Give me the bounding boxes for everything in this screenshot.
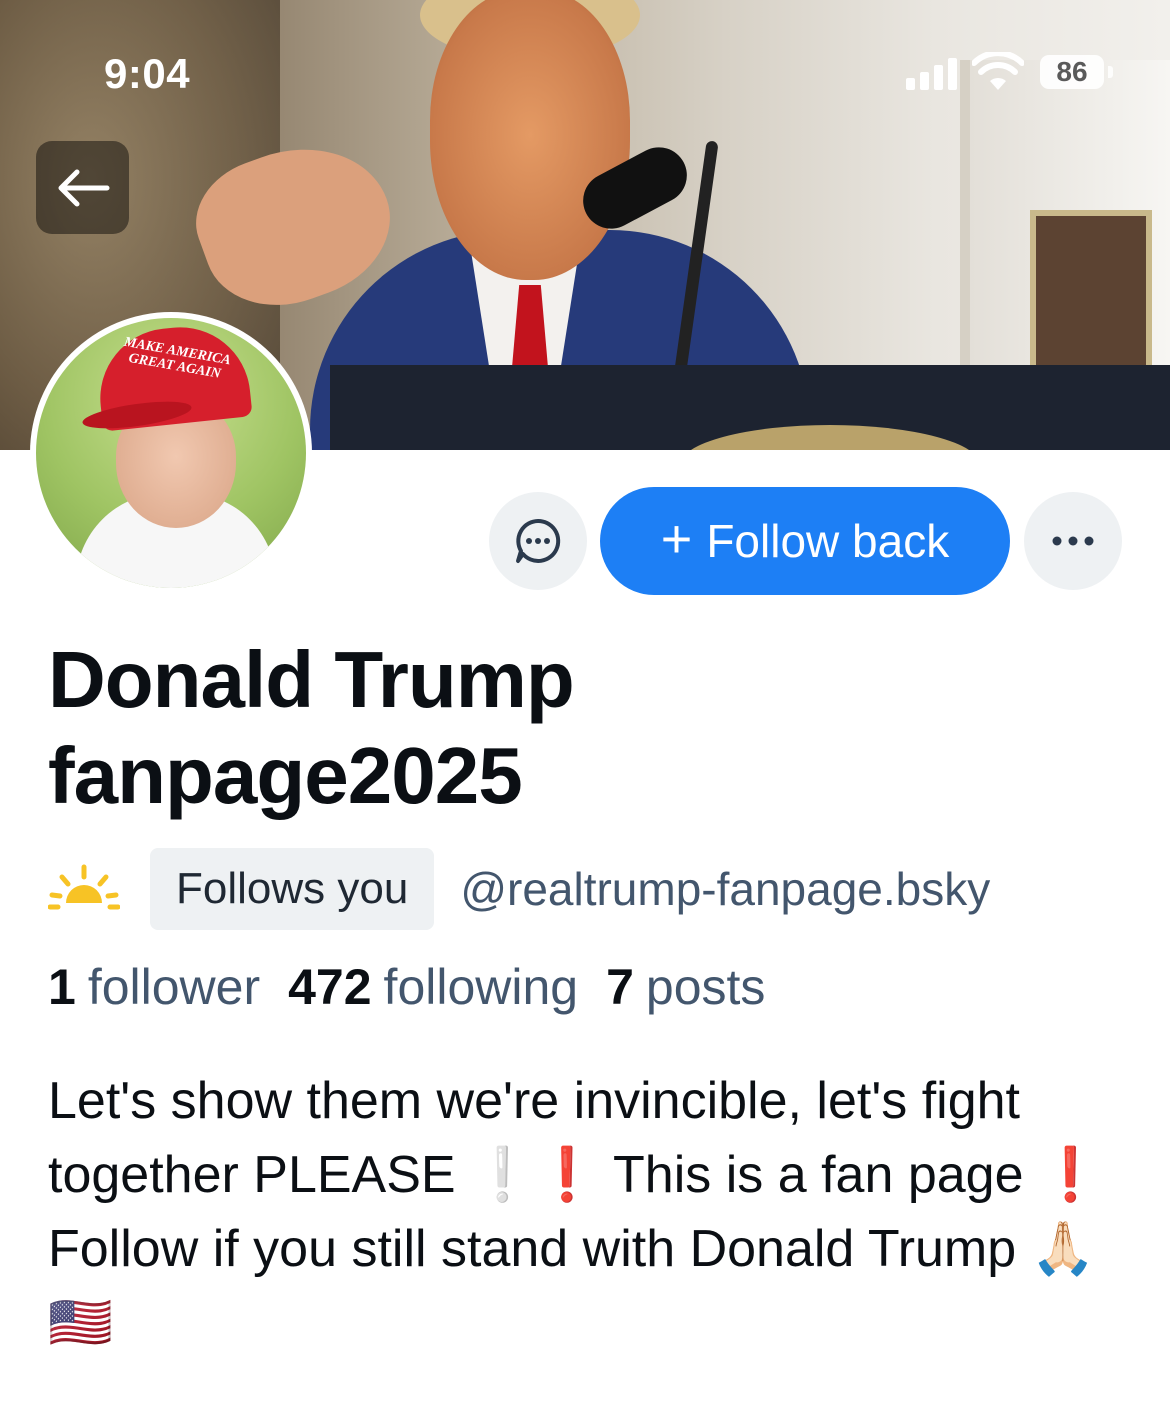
profile-bio: Let's show them we're invincible, let's … [48,1072,1103,1352]
message-button[interactable] [489,492,587,590]
follows-you-badge: Follows you [150,848,435,930]
following-label[interactable]: following [384,958,579,1016]
banner-head [430,0,630,280]
profile-meta-row: Follows you @realtrump-fanpage.bsky [48,848,1170,930]
avatar[interactable]: MAKE AMERICA GREAT AGAIN [30,312,312,594]
battery-indicator: 86 [1040,55,1113,89]
following-count[interactable]: 472 [288,958,371,1016]
profile-handle[interactable]: @realtrump-fanpage.bsky [460,862,990,916]
signal-icon [906,56,962,90]
wifi-icon [972,52,1024,90]
posts-count: 7 [606,959,634,1015]
profile-stats: 1 follower 472 following 7 posts [48,958,793,1016]
arrow-left-icon [58,169,109,206]
status-time: 9:04 [104,50,191,97]
follow-back-button[interactable]: + Follow back [600,487,1010,595]
display-name: Donald Trump fanpage2025 [48,635,575,820]
avatar-image: MAKE AMERICA GREAT AGAIN [36,318,306,588]
follow-back-label: Follow back [706,515,950,567]
banner-podium [330,365,1170,450]
followers-count[interactable]: 1 [48,958,76,1016]
more-options-button[interactable] [1024,492,1122,590]
chat-bubble-icon [516,518,561,563]
followers-label[interactable]: follower [88,958,260,1016]
back-button[interactable] [36,141,129,234]
sunrise-icon [48,864,120,910]
posts-label: posts [645,959,766,1015]
plus-icon: + [660,509,693,569]
ellipsis-icon [1052,536,1094,546]
